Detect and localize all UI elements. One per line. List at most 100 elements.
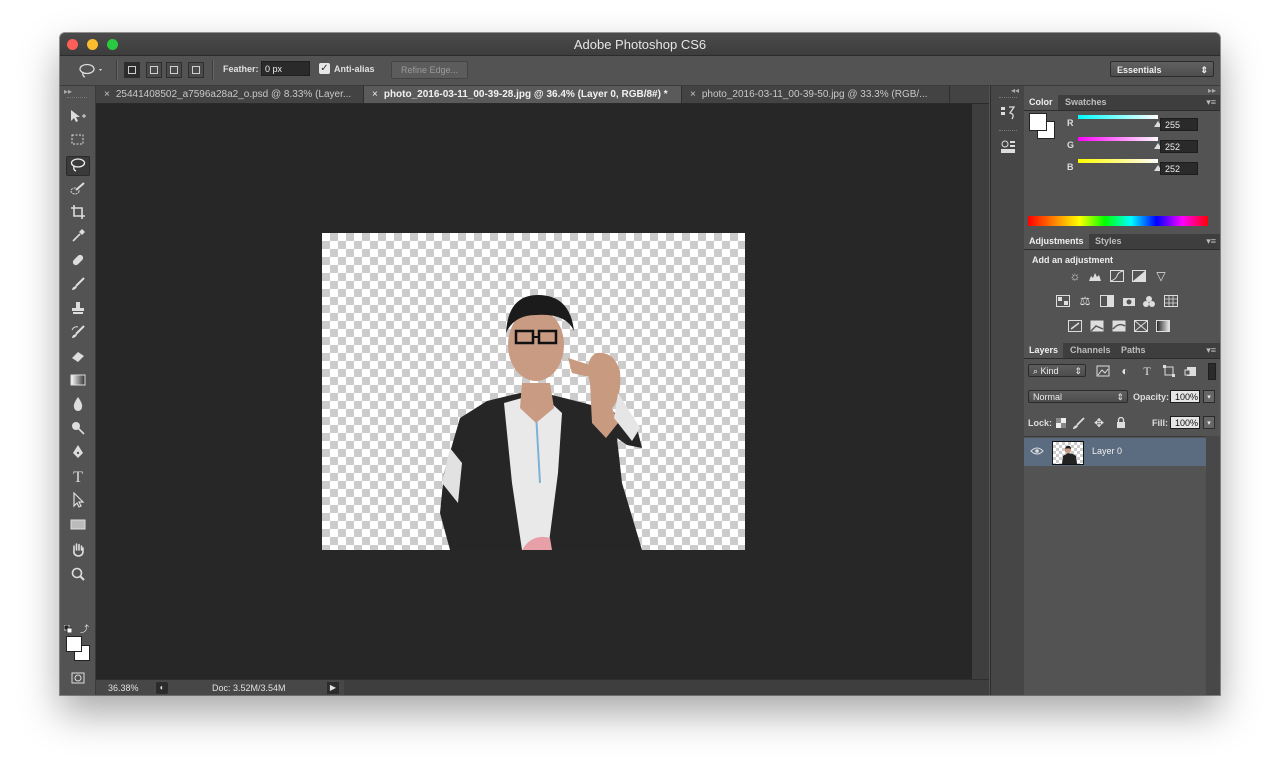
channel-mixer-icon[interactable] [1142,295,1156,307]
add-to-selection-button[interactable] [146,62,162,78]
tab-swatches[interactable]: Swatches [1060,95,1112,110]
red-value-field[interactable]: 255 [1160,118,1198,131]
hand-tool-icon[interactable] [66,542,90,562]
selective-color-icon[interactable] [1134,320,1148,332]
canvas-area[interactable] [96,104,972,679]
filter-adjustment-layers-icon[interactable]: ◐ [1118,365,1132,377]
lasso-tool-icon[interactable] [66,156,90,176]
lock-transparent-pixels-icon[interactable] [1054,417,1068,429]
pen-tool-icon[interactable] [66,444,90,464]
tab-close-icon[interactable]: × [690,89,696,100]
panel-menu-icon[interactable]: ▾≡ [1206,343,1216,358]
opacity-field[interactable]: 100% [1170,390,1200,403]
history-brush-tool-icon[interactable] [66,324,90,344]
tab-close-icon[interactable]: × [372,89,378,100]
expand-panels-icon[interactable]: ▸▸ [1208,86,1216,95]
vertical-scrollbar[interactable] [972,104,989,679]
zoom-tool-icon[interactable] [66,566,90,586]
filter-type-layers-icon[interactable]: T [1140,365,1154,377]
fill-field[interactable]: 100% [1170,416,1200,429]
layer-visibility-eye-icon[interactable] [1030,446,1044,459]
threshold-icon[interactable] [1112,320,1126,332]
anti-alias-checkbox[interactable]: ✓ [319,63,330,74]
levels-icon[interactable] [1088,270,1102,282]
posterize-icon[interactable] [1090,320,1104,332]
document-tab-active[interactable]: × photo_2016-03-11_00-39-28.jpg @ 36.4% (… [364,86,682,103]
layer-row[interactable]: Layer 0 [1024,438,1206,466]
vibrance-icon[interactable]: ▽ [1154,270,1168,282]
workspace-select[interactable]: Essentials ⇕ [1110,61,1214,77]
status-info-icon[interactable]: ◐ [156,682,168,694]
lock-all-icon[interactable] [1114,416,1128,429]
gradient-tool-icon[interactable] [66,372,90,392]
tab-channels[interactable]: Channels [1065,343,1116,358]
default-colors-icon[interactable] [63,624,73,634]
path-selection-tool-icon[interactable] [66,491,90,512]
toolbox-grip[interactable] [67,97,87,99]
clone-stamp-tool-icon[interactable] [66,300,90,320]
lock-image-pixels-icon[interactable] [1072,417,1086,429]
fill-dropdown-icon[interactable]: ▾ [1203,416,1215,429]
blue-slider[interactable] [1078,159,1158,163]
document-tab[interactable]: × 25441408502_a7596a28a2_o.psd @ 8.33% (L… [96,86,364,103]
quick-selection-tool-icon[interactable] [66,180,90,200]
intersect-selection-button[interactable] [188,62,204,78]
brush-tool-icon[interactable] [66,276,90,296]
red-slider[interactable] [1078,115,1158,119]
filter-toggle-switch[interactable] [1208,363,1216,380]
eyedropper-tool-icon[interactable] [66,228,90,248]
black-white-icon[interactable] [1100,295,1114,307]
marquee-tool-icon[interactable] [66,132,90,152]
subtract-from-selection-button[interactable] [166,62,182,78]
filter-pixel-layers-icon[interactable] [1096,365,1110,377]
panel-menu-icon[interactable]: ▾≡ [1206,234,1216,249]
move-tool-icon[interactable] [66,108,90,128]
foreground-color-swatch[interactable] [66,636,82,652]
dodge-tool-icon[interactable] [66,420,90,440]
refine-edge-button[interactable]: Refine Edge... [391,61,468,79]
healing-brush-tool-icon[interactable] [66,252,90,272]
dock-grip[interactable] [999,130,1017,131]
tab-close-icon[interactable]: × [104,89,110,100]
panel-menu-icon[interactable]: ▾≡ [1206,95,1216,110]
color-spectrum-ramp[interactable] [1028,216,1208,226]
brightness-contrast-icon[interactable]: ☼ [1068,270,1082,282]
horizontal-scrollbar[interactable] [344,680,989,695]
layers-list-scrollbar[interactable] [1206,436,1220,695]
tab-layers[interactable]: Layers [1024,343,1064,358]
color-balance-icon[interactable]: ⚖ [1078,295,1092,307]
properties-panel-icon[interactable] [999,138,1017,156]
tab-color[interactable]: Color [1024,95,1058,110]
hue-saturation-icon[interactable] [1056,295,1070,307]
color-fg-swatch[interactable] [1029,113,1047,131]
crop-tool-icon[interactable] [66,204,90,224]
filter-smart-objects-icon[interactable] [1184,365,1198,377]
history-panel-icon[interactable] [999,104,1017,122]
document-canvas[interactable] [322,233,745,550]
dock-grip[interactable] [999,97,1017,98]
status-menu-arrow-icon[interactable]: ▶ [327,682,339,694]
opacity-dropdown-icon[interactable]: ▾ [1203,390,1215,403]
tab-paths[interactable]: Paths [1116,343,1151,358]
zoom-level[interactable]: 36.38% [108,680,139,695]
feather-input[interactable]: 0 px [261,61,310,76]
green-value-field[interactable]: 252 [1160,140,1198,153]
rectangle-tool-icon[interactable] [66,516,90,536]
swap-colors-icon[interactable]: ⤴ [80,622,89,635]
invert-icon[interactable] [1068,320,1082,332]
tab-styles[interactable]: Styles [1090,234,1127,249]
layer-name[interactable]: Layer 0 [1092,446,1122,456]
collapse-toolbox-icon[interactable]: ▸▸ [64,87,72,96]
tab-adjustments[interactable]: Adjustments [1024,234,1089,249]
color-lookup-icon[interactable] [1164,295,1178,307]
blur-tool-icon[interactable] [66,396,90,416]
new-selection-button[interactable] [124,62,140,78]
blue-value-field[interactable]: 252 [1160,162,1198,175]
filter-shape-layers-icon[interactable] [1162,365,1176,377]
exposure-icon[interactable] [1132,270,1146,282]
curves-icon[interactable] [1110,270,1124,282]
blend-mode-select[interactable]: Normal ⇕ [1028,390,1128,403]
photo-filter-icon[interactable] [1122,295,1136,307]
quick-mask-icon[interactable] [66,670,90,690]
green-slider[interactable] [1078,137,1158,141]
